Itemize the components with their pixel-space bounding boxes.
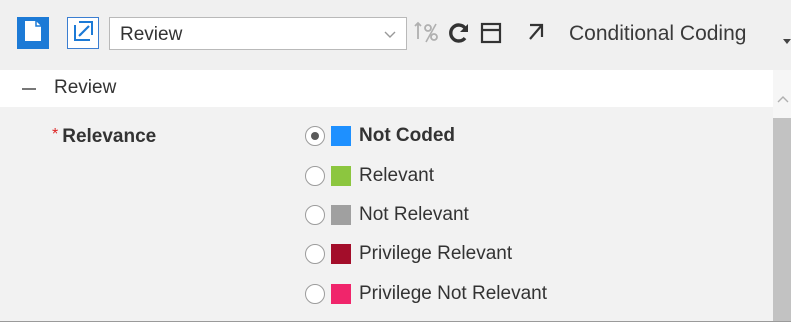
radio-button[interactable] xyxy=(305,284,325,304)
choice-not-relevant[interactable]: Not Relevant xyxy=(305,202,469,228)
conditional-coding-dropdown[interactable]: Conditional Coding xyxy=(569,22,746,46)
field-order-icon[interactable] xyxy=(414,21,440,45)
chevron-down-icon xyxy=(384,26,396,44)
choice-not-coded[interactable]: Not Coded xyxy=(305,123,455,149)
layout-icon[interactable] xyxy=(479,21,503,45)
choice-label: Privilege Not Relevant xyxy=(359,283,547,304)
color-swatch xyxy=(331,205,351,225)
layout-select[interactable]: Review xyxy=(109,17,407,50)
edit-document-button[interactable] xyxy=(67,17,99,49)
caret-down-icon[interactable] xyxy=(783,32,791,50)
edit-document-icon xyxy=(72,20,94,47)
relevance-label-text: Relevance xyxy=(62,126,157,147)
pop-out-icon[interactable] xyxy=(525,21,547,43)
radio-button[interactable] xyxy=(305,205,325,225)
radio-button[interactable] xyxy=(305,126,325,146)
section-title: Review xyxy=(54,77,117,98)
color-swatch xyxy=(331,244,351,264)
new-document-button[interactable] xyxy=(17,17,49,49)
choice-relevant[interactable]: Relevant xyxy=(305,163,434,189)
relevance-field-label: * Relevance xyxy=(52,126,156,148)
refresh-icon[interactable] xyxy=(447,21,471,45)
required-marker: * xyxy=(52,126,59,143)
radio-button[interactable] xyxy=(305,166,325,186)
choice-label: Not Relevant xyxy=(359,204,469,225)
section-header[interactable]: Review xyxy=(0,70,791,107)
layout-select-value: Review xyxy=(120,24,183,45)
color-swatch xyxy=(331,284,351,304)
new-document-icon xyxy=(23,20,43,47)
choice-label: Not Coded xyxy=(359,125,456,146)
choice-label: Relevant xyxy=(359,165,434,186)
color-swatch xyxy=(331,166,351,186)
collapse-icon[interactable] xyxy=(22,88,36,90)
toolbar: Review Conditional Coding xyxy=(0,0,791,70)
choice-label: Privilege Relevant xyxy=(359,243,513,264)
choice-privilege-not-relevant[interactable]: Privilege Not Relevant xyxy=(305,281,547,307)
scrollbar-thumb[interactable] xyxy=(773,118,791,321)
scroll-up-icon[interactable] xyxy=(777,90,789,108)
radio-button[interactable] xyxy=(305,244,325,264)
choice-privilege-relevant[interactable]: Privilege Relevant xyxy=(305,241,512,267)
color-swatch xyxy=(331,126,351,146)
